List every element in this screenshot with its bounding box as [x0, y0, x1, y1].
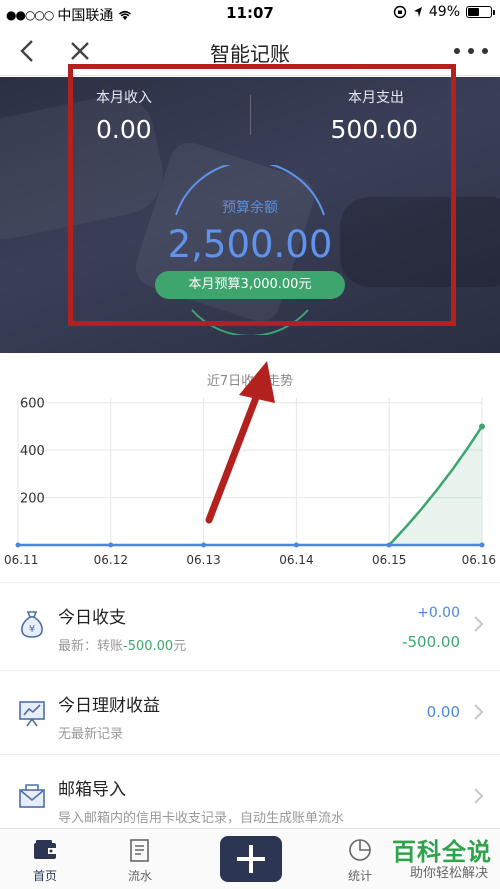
today-latest-amount: -500.00 [123, 639, 174, 654]
wealth-title: 今日理财收益 [58, 696, 160, 716]
watermark-subtitle: 助你轻松解决 [409, 866, 488, 881]
x-tick-label: 06.14 [279, 553, 313, 567]
email-import-sub: 导入邮箱内的信用卡收支记录，自动生成账单流水 [58, 811, 345, 826]
data-point [201, 542, 207, 548]
wealth-value: 0.00 [426, 703, 460, 721]
today-latest-unit: 元 [173, 639, 187, 654]
wallet-icon [34, 840, 56, 859]
document-list-icon [130, 839, 149, 862]
chevron-right-icon [474, 704, 484, 720]
highlight-box [68, 64, 456, 326]
today-income-value: +0.00 [417, 605, 460, 621]
battery-fill [468, 8, 479, 16]
envelope-icon [19, 784, 45, 808]
page-title: 智能记账 [210, 42, 290, 66]
more-menu-icon[interactable] [454, 38, 488, 64]
email-import-title: 邮箱导入 [58, 780, 126, 800]
x-tick-label: 06.11 [4, 553, 38, 567]
y-tick-label: 200 [20, 492, 45, 507]
tab-flow[interactable]: 流水 [110, 837, 170, 884]
x-tick-label: 06.12 [94, 553, 128, 567]
location-icon [413, 7, 422, 17]
data-point [479, 423, 485, 430]
data-point [15, 542, 21, 548]
data-point [386, 542, 392, 548]
battery-percent: 49% [428, 4, 460, 20]
data-point [293, 542, 299, 548]
add-record-button[interactable] [220, 836, 282, 882]
today-latest-prefix: 最新：转账 [58, 639, 124, 654]
status-bar: ●●○○○ 中国联通 11:07 49% [0, 0, 500, 26]
tab-home-label: 首页 [32, 869, 57, 883]
list-item-today[interactable]: ¥ 今日收支 最新：转账-500.00元 +0.00 -500.00 [0, 582, 500, 666]
status-right: 49% [393, 4, 495, 20]
today-latest: 最新：转账-500.00元 [58, 635, 186, 654]
wealth-sub: 无最新记录 [58, 727, 124, 742]
today-expense-value: -500.00 [402, 633, 460, 651]
battery-icon [466, 6, 495, 18]
chevron-right-icon [474, 616, 484, 632]
tab-flow-label: 流水 [127, 869, 152, 883]
y-tick-label: 600 [20, 397, 45, 412]
chevron-right-icon [474, 788, 484, 804]
presentation-chart-icon [19, 701, 45, 727]
y-tick-label: 400 [20, 444, 45, 459]
svg-text:¥: ¥ [29, 624, 35, 635]
watermark: 百科全说 助你轻松解决 [372, 832, 492, 884]
pie-chart-icon [349, 839, 371, 861]
annotation-arrow [205, 361, 275, 524]
data-point [479, 542, 485, 548]
x-tick-label: 06.15 [372, 553, 406, 567]
x-tick-label: 06.16 [462, 553, 496, 567]
series-area [389, 426, 482, 545]
tab-home[interactable]: 首页 [15, 837, 75, 884]
x-tick-label: 06.13 [186, 553, 220, 567]
list-item-wealth[interactable]: 今日理财收益 无最新记录 0.00 [0, 670, 500, 754]
orientation-lock-icon [393, 5, 407, 19]
today-title: 今日收支 [58, 608, 126, 628]
list-item-email-import[interactable]: 邮箱导入 导入邮箱内的信用卡收支记录，自动生成账单流水 [0, 754, 500, 838]
money-bag-icon: ¥ [21, 611, 43, 638]
data-point [108, 542, 114, 548]
